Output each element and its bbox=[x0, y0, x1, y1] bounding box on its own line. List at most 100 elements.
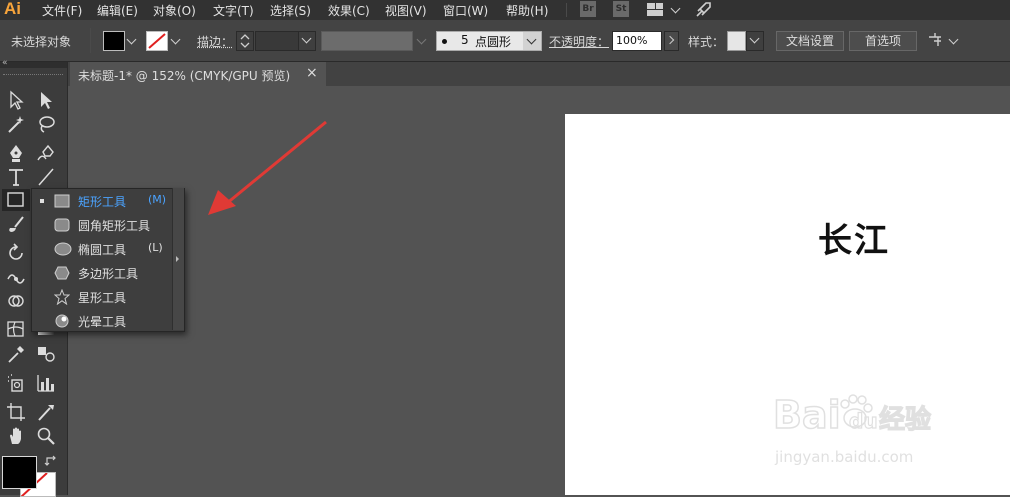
paintbrush-tool-icon[interactable] bbox=[4, 213, 28, 235]
curvature-tool-icon[interactable] bbox=[34, 142, 58, 164]
menu-view[interactable]: 视图(V) bbox=[385, 2, 427, 19]
star-icon bbox=[53, 288, 71, 308]
ellipse-icon bbox=[54, 241, 72, 260]
width-tool-icon[interactable] bbox=[4, 266, 28, 288]
zoom-tool-icon[interactable] bbox=[34, 425, 58, 447]
svg-text:jingyan.baidu.com: jingyan.baidu.com bbox=[774, 448, 913, 466]
flyout-item-shortcut: (L) bbox=[148, 241, 163, 254]
graphic-style-dropdown[interactable] bbox=[746, 31, 764, 51]
workspace-layout-icon[interactable] bbox=[647, 3, 667, 17]
menu-divider bbox=[566, 3, 567, 17]
flyout-item-rectangle[interactable]: 矩形工具 (M) bbox=[32, 189, 172, 213]
artboard-tool-icon[interactable] bbox=[4, 401, 28, 423]
tearoff-arrow-icon bbox=[176, 256, 179, 262]
menu-effect[interactable]: 效果(C) bbox=[328, 2, 370, 19]
brush-definition[interactable]: 5 点圆形 bbox=[436, 31, 542, 51]
style-label: 样式： bbox=[688, 35, 725, 49]
annotation-arrow-icon bbox=[200, 118, 330, 218]
hand-tool-icon[interactable] bbox=[4, 425, 28, 447]
brush-size: 5 bbox=[461, 33, 469, 47]
collapse-icon[interactable]: « bbox=[2, 58, 8, 68]
toolbar-header: « bbox=[0, 58, 67, 68]
shape-builder-tool-icon[interactable] bbox=[4, 290, 28, 312]
flyout-item-star[interactable]: 星形工具 bbox=[32, 285, 172, 309]
line-segment-tool-icon[interactable] bbox=[34, 166, 58, 188]
svg-text:Bai: Bai bbox=[773, 393, 841, 437]
variable-width-profile[interactable] bbox=[321, 31, 413, 51]
fill-swatch-front[interactable] bbox=[2, 456, 37, 489]
menu-select[interactable]: 选择(S) bbox=[270, 2, 311, 19]
stroke-color-swatch[interactable] bbox=[146, 31, 168, 51]
flyout-item-label: 矩形工具 bbox=[78, 195, 127, 209]
stroke-weight-input[interactable] bbox=[255, 31, 300, 51]
flyout-item-ellipse[interactable]: 椭圆工具 (L) bbox=[32, 237, 172, 261]
bridge-button[interactable]: Br bbox=[580, 1, 596, 17]
flyout-item-label: 星形工具 bbox=[78, 291, 127, 305]
mesh-tool-icon[interactable] bbox=[4, 318, 28, 340]
close-icon[interactable]: × bbox=[306, 65, 318, 81]
flyout-item-rounded-rectangle[interactable]: 圆角矩形工具 bbox=[32, 213, 172, 237]
shape-tools-flyout: 矩形工具 (M) 圆角矩形工具 椭圆工具 (L) 多边形工具 星形工具 光晕工具 bbox=[31, 188, 185, 332]
flyout-tearoff-handle[interactable] bbox=[172, 188, 184, 330]
flyout-item-label: 多边形工具 bbox=[78, 267, 139, 281]
preferences-button[interactable]: 首选项 bbox=[849, 31, 917, 51]
arrange-documents-icon[interactable] bbox=[927, 32, 945, 50]
svg-text:经验: 经验 bbox=[879, 404, 931, 435]
symbol-sprayer-tool-icon[interactable] bbox=[4, 372, 28, 394]
rounded-rectangle-icon bbox=[54, 217, 70, 236]
stroke-stepper[interactable] bbox=[236, 31, 254, 51]
selection-tool-icon[interactable] bbox=[4, 89, 28, 111]
baidu-jingyan-watermark: Bai du 经验 jingyan.baidu.com bbox=[772, 380, 973, 470]
rotate-tool-icon[interactable] bbox=[4, 242, 28, 264]
eyedropper-tool-icon[interactable] bbox=[4, 343, 28, 365]
menu-window[interactable]: 窗口(W) bbox=[443, 2, 488, 19]
stroke-weight-dropdown[interactable] bbox=[298, 31, 316, 51]
menu-bar bbox=[0, 0, 1010, 20]
selected-bullet-icon bbox=[40, 199, 44, 203]
polygon-icon bbox=[54, 265, 70, 284]
menu-file[interactable]: 文件(F) bbox=[42, 2, 82, 19]
lasso-tool-icon[interactable] bbox=[34, 113, 58, 135]
rectangle-icon bbox=[54, 193, 70, 212]
slice-tool-icon[interactable] bbox=[34, 401, 58, 423]
direct-selection-tool-icon[interactable] bbox=[34, 89, 58, 111]
opacity-expand[interactable] bbox=[664, 31, 679, 51]
rectangle-tool-icon[interactable] bbox=[2, 189, 30, 211]
fill-color-swatch[interactable] bbox=[103, 31, 125, 51]
flyout-item-label: 圆角矩形工具 bbox=[78, 219, 151, 233]
menu-object[interactable]: 对象(O) bbox=[153, 2, 196, 19]
stroke-label: 描边： bbox=[197, 35, 234, 49]
app-logo: Ai bbox=[4, 0, 21, 18]
brush-dot-icon bbox=[442, 39, 447, 44]
menu-type[interactable]: 文字(T) bbox=[213, 2, 254, 19]
swap-fill-stroke-icon[interactable] bbox=[44, 454, 58, 468]
blend-tool-icon[interactable] bbox=[34, 343, 58, 365]
rocket-icon[interactable] bbox=[694, 1, 712, 19]
selection-status: 未选择对象 bbox=[11, 35, 72, 49]
brush-dropdown[interactable] bbox=[523, 32, 541, 50]
stock-button[interactable]: St bbox=[613, 1, 629, 17]
document-tab-title: 未标题-1* @ 152% (CMYK/GPU 预览) bbox=[78, 69, 291, 83]
flare-icon bbox=[54, 313, 70, 332]
toolbar-grip bbox=[3, 74, 63, 77]
document-tab[interactable]: 未标题-1* @ 152% (CMYK/GPU 预览) × bbox=[70, 62, 326, 86]
opacity-label[interactable]: 不透明度： bbox=[549, 33, 609, 50]
magic-wand-tool-icon[interactable] bbox=[4, 113, 28, 135]
svg-text:du: du bbox=[849, 409, 878, 433]
artboard-text[interactable]: 长江 bbox=[818, 213, 890, 262]
flyout-item-shortcut: (M) bbox=[148, 193, 167, 206]
graphic-style-swatch[interactable] bbox=[727, 31, 746, 51]
flyout-item-label: 椭圆工具 bbox=[78, 243, 127, 257]
brush-name: 点圆形 bbox=[475, 35, 512, 49]
flyout-item-flare[interactable]: 光晕工具 bbox=[32, 309, 172, 333]
pen-tool-icon[interactable] bbox=[4, 142, 28, 164]
flyout-item-label: 光晕工具 bbox=[78, 315, 127, 329]
column-graph-tool-icon[interactable] bbox=[34, 372, 58, 394]
document-setup-button[interactable]: 文档设置 bbox=[776, 31, 844, 51]
opacity-input[interactable]: 100% bbox=[612, 31, 662, 51]
divider bbox=[90, 28, 91, 53]
flyout-item-polygon[interactable]: 多边形工具 bbox=[32, 261, 172, 285]
menu-edit[interactable]: 编辑(E) bbox=[97, 2, 138, 19]
type-tool-icon[interactable] bbox=[4, 166, 28, 188]
menu-help[interactable]: 帮助(H) bbox=[506, 2, 548, 19]
